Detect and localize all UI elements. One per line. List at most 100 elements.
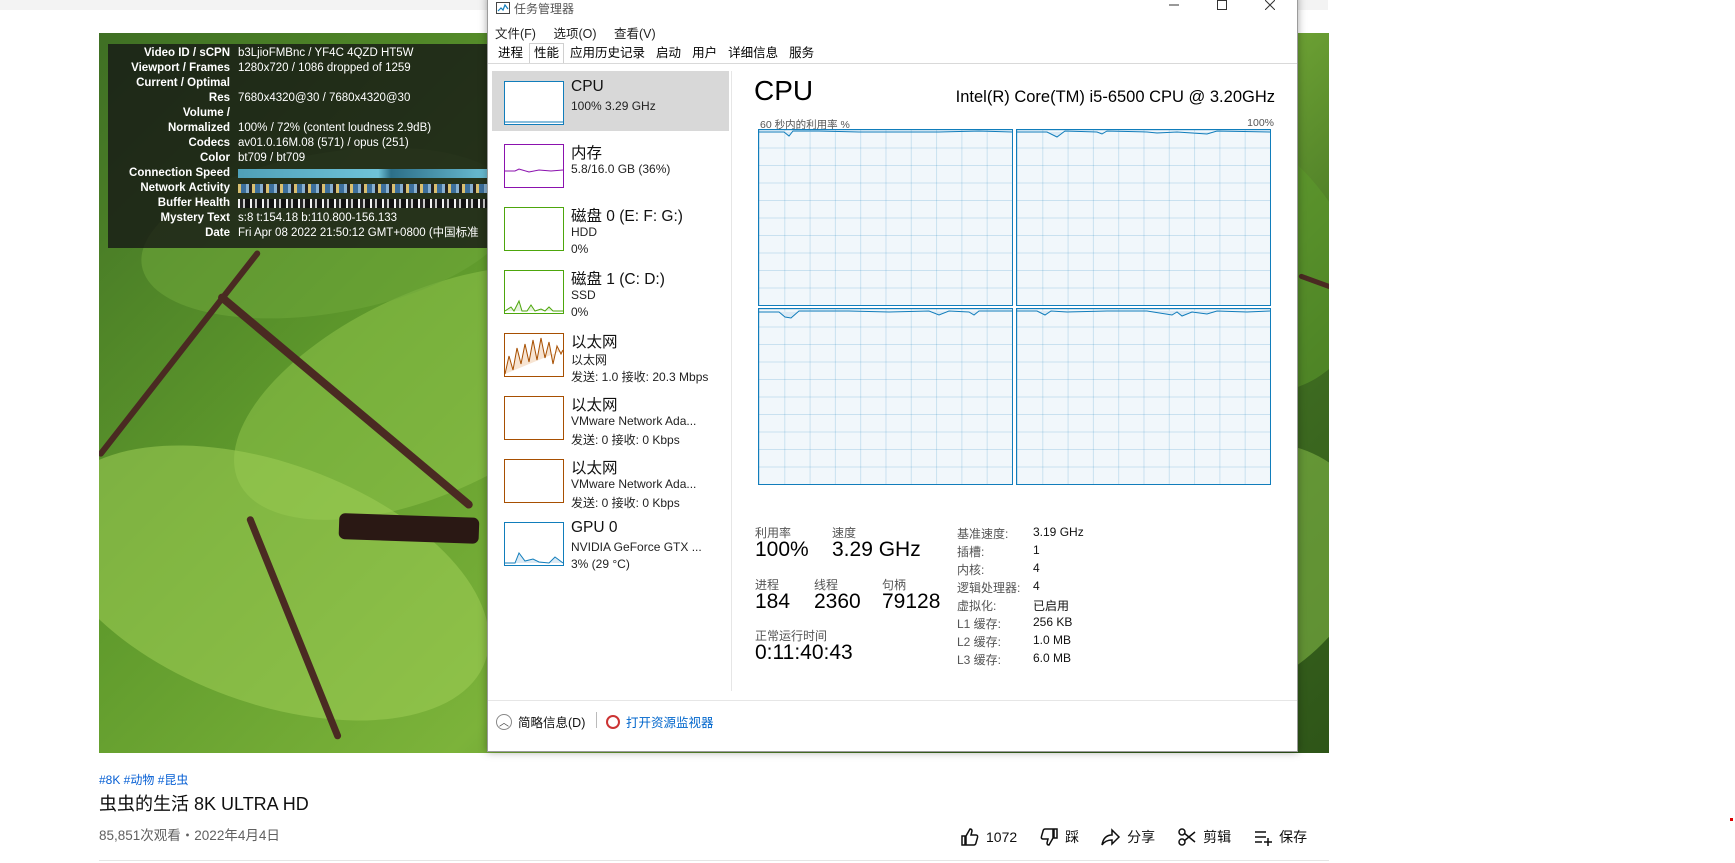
sidebar-item-name: 磁盘 1 (C: D:) (571, 271, 665, 288)
sidebar-item-name: GPU 0 (571, 519, 618, 536)
sidebar-item-name: CPU (571, 78, 604, 95)
footer-divider (488, 700, 1297, 701)
sidebar-item-ethernet-0[interactable]: 以太网 以太网 发送: 1.0 接收: 20.3 Mbps (492, 323, 729, 385)
share-label: 分享 (1127, 829, 1156, 845)
save-button[interactable]: 保存 (1253, 827, 1307, 847)
stats-value: 1280x720 / 1086 dropped of 1259 (238, 62, 411, 74)
tab-app-history[interactable]: 应用历史记录 (565, 43, 650, 63)
dislike-label: 踩 (1065, 829, 1080, 845)
sidebar-item-sub1: HDD (571, 225, 597, 239)
tab-services[interactable]: 服务 (784, 43, 819, 63)
spec-key: L1 缓存: (957, 617, 1002, 631)
scissors-icon (1178, 828, 1196, 846)
thumbs-down-icon (1040, 828, 1058, 846)
speed-value: 3.29 GHz (832, 538, 921, 561)
spec-key: 逻辑处理器: (957, 581, 1021, 595)
spec-key: 虚拟化: (957, 599, 997, 613)
stats-value: av01.0.16M.08 (571) / opus (251) (238, 137, 409, 149)
spec-value: 256 KB (1033, 615, 1073, 629)
stats-value: b3LjioFMBnc / YF4C 4QZD HT5W (238, 47, 414, 59)
maximize-button[interactable] (1199, 0, 1245, 15)
sidebar-item-disk-0[interactable]: 磁盘 0 (E: F: G:) HDD 0% (492, 197, 729, 259)
menu-file[interactable]: 文件(F) (495, 27, 536, 41)
processes-value: 184 (755, 590, 791, 613)
tab-strip: 进程 性能 应用历史记录 启动 用户 详细信息 服务 (493, 43, 820, 63)
fewer-details-button[interactable]: ︿ 简略信息(D) (496, 712, 585, 731)
sidebar-thumbnail-graph (504, 459, 564, 503)
sidebar-thumbnail-graph (504, 144, 564, 188)
menu-view[interactable]: 查看(V) (614, 27, 656, 41)
sidebar-thumbnail-graph (504, 207, 564, 251)
share-icon (1101, 828, 1121, 846)
sidebar-item-ethernet-2[interactable]: 以太网 VMware Network Ada... 发送: 0 接收: 0 Kbps (492, 449, 729, 511)
stats-graph-bar (238, 169, 493, 178)
tab-divider (488, 63, 1297, 64)
maximize-icon (1217, 0, 1227, 10)
utilization-value: 100% (755, 538, 809, 561)
sidebar-item-ethernet-1[interactable]: 以太网 VMware Network Ada... 发送: 0 接收: 0 Kbps (492, 386, 729, 448)
sidebar-item-sub2: 0% (571, 242, 589, 256)
core-graph-1 (1016, 129, 1271, 306)
sidebar-item-gpu-0[interactable]: GPU 0 NVIDIA GeForce GTX ... 3% (29 °C) (492, 512, 729, 574)
spec-key: 基准速度: (957, 527, 1009, 541)
red-dot (1730, 818, 1733, 821)
sidebar-item-disk-1[interactable]: 磁盘 1 (C: D:) SSD 0% (492, 260, 729, 322)
threads-value: 2360 (814, 590, 861, 613)
sidebar-thumbnail-graph (504, 270, 564, 314)
spec-key: 内核: (957, 563, 985, 577)
share-button[interactable]: 分享 (1101, 827, 1155, 847)
like-button[interactable]: 1072 (960, 827, 1017, 847)
stats-key: Mystery Text (160, 212, 230, 224)
fewer-details-label: 简略信息(D) (518, 716, 586, 730)
stats-value: 100% / 72% (content loudness 2.9dB) (238, 122, 432, 134)
sidebar-item-sub1: 以太网 (571, 353, 608, 367)
sidebar-item-memory[interactable]: 内存 5.8/16.0 GB (36%) (492, 134, 729, 196)
open-resource-monitor-link[interactable]: 打开资源监视器 (606, 712, 714, 731)
dislike-button[interactable]: 踩 (1039, 827, 1079, 847)
sidebar-item-sub2: 发送: 0 接收: 0 Kbps (571, 496, 680, 510)
spec-value: 4 (1033, 561, 1040, 575)
sidebar-item-sub1: 5.8/16.0 GB (36%) (571, 162, 671, 176)
stats-graph-bar (238, 199, 493, 208)
window-title: 任务管理器 (514, 2, 575, 16)
task-manager-app-icon (496, 2, 510, 14)
stats-graph-bar (238, 184, 493, 193)
sidebar-item-name: 以太网 (571, 460, 618, 477)
sidebar-item-sub1: 100% 3.29 GHz (571, 99, 656, 113)
sidebar-item-sub1: VMware Network Ada... (571, 477, 697, 491)
sidebar-thumbnail-graph (504, 522, 564, 566)
sidebar-thumbnail-graph (504, 396, 564, 440)
graph-label-max: 100% (1247, 117, 1274, 129)
divider (99, 860, 1329, 861)
close-button[interactable] (1247, 0, 1293, 15)
handles-value: 79128 (882, 590, 941, 613)
spec-value: 已启用 (1033, 599, 1070, 613)
stats-for-nerds-panel: Video ID / sCPN b3LjioFMBnc / YF4C 4QZD H… (108, 44, 493, 248)
tab-performance[interactable]: 性能 (529, 43, 565, 63)
pane-divider (731, 71, 732, 691)
menu-options[interactable]: 选项(O) (553, 27, 596, 41)
tab-startup[interactable]: 启动 (651, 43, 686, 63)
tab-details[interactable]: 详细信息 (723, 43, 783, 63)
core-graph-0 (758, 129, 1013, 306)
spec-value: 1.0 MB (1033, 633, 1072, 647)
sidebar-item-name: 磁盘 0 (E: F: G:) (571, 208, 683, 225)
playlist-add-icon (1255, 831, 1273, 846)
stats-key: Video ID / sCPN (143, 47, 230, 59)
minimize-button[interactable] (1151, 0, 1197, 15)
stats-key: Buffer Health (157, 197, 230, 209)
sidebar-item-sub1: NVIDIA GeForce GTX ... (571, 540, 702, 554)
tab-processes[interactable]: 进程 (493, 43, 528, 63)
video-tags[interactable]: #8K #动物 #昆虫 (99, 771, 188, 788)
sidebar-item-cpu[interactable]: CPU 100% 3.29 GHz (492, 71, 729, 131)
stats-key: Volume / (182, 107, 230, 119)
sidebar-item-name: 以太网 (571, 397, 618, 414)
tab-users[interactable]: 用户 (687, 43, 722, 63)
video-title: 虫虫的生活 8K ULTRA HD (99, 794, 309, 814)
cpu-heading: CPU (754, 75, 814, 106)
clip-button[interactable]: 剪辑 (1177, 827, 1231, 847)
thumbs-up-icon (961, 828, 979, 846)
open-resource-monitor-label: 打开资源监视器 (626, 716, 714, 730)
stats-key: Normalized (168, 122, 230, 134)
task-manager-window[interactable]: 任务管理器 文件(F) 选项(O) 查看(V) 进程 性能 应用历史记录 启动 … (487, 0, 1298, 752)
